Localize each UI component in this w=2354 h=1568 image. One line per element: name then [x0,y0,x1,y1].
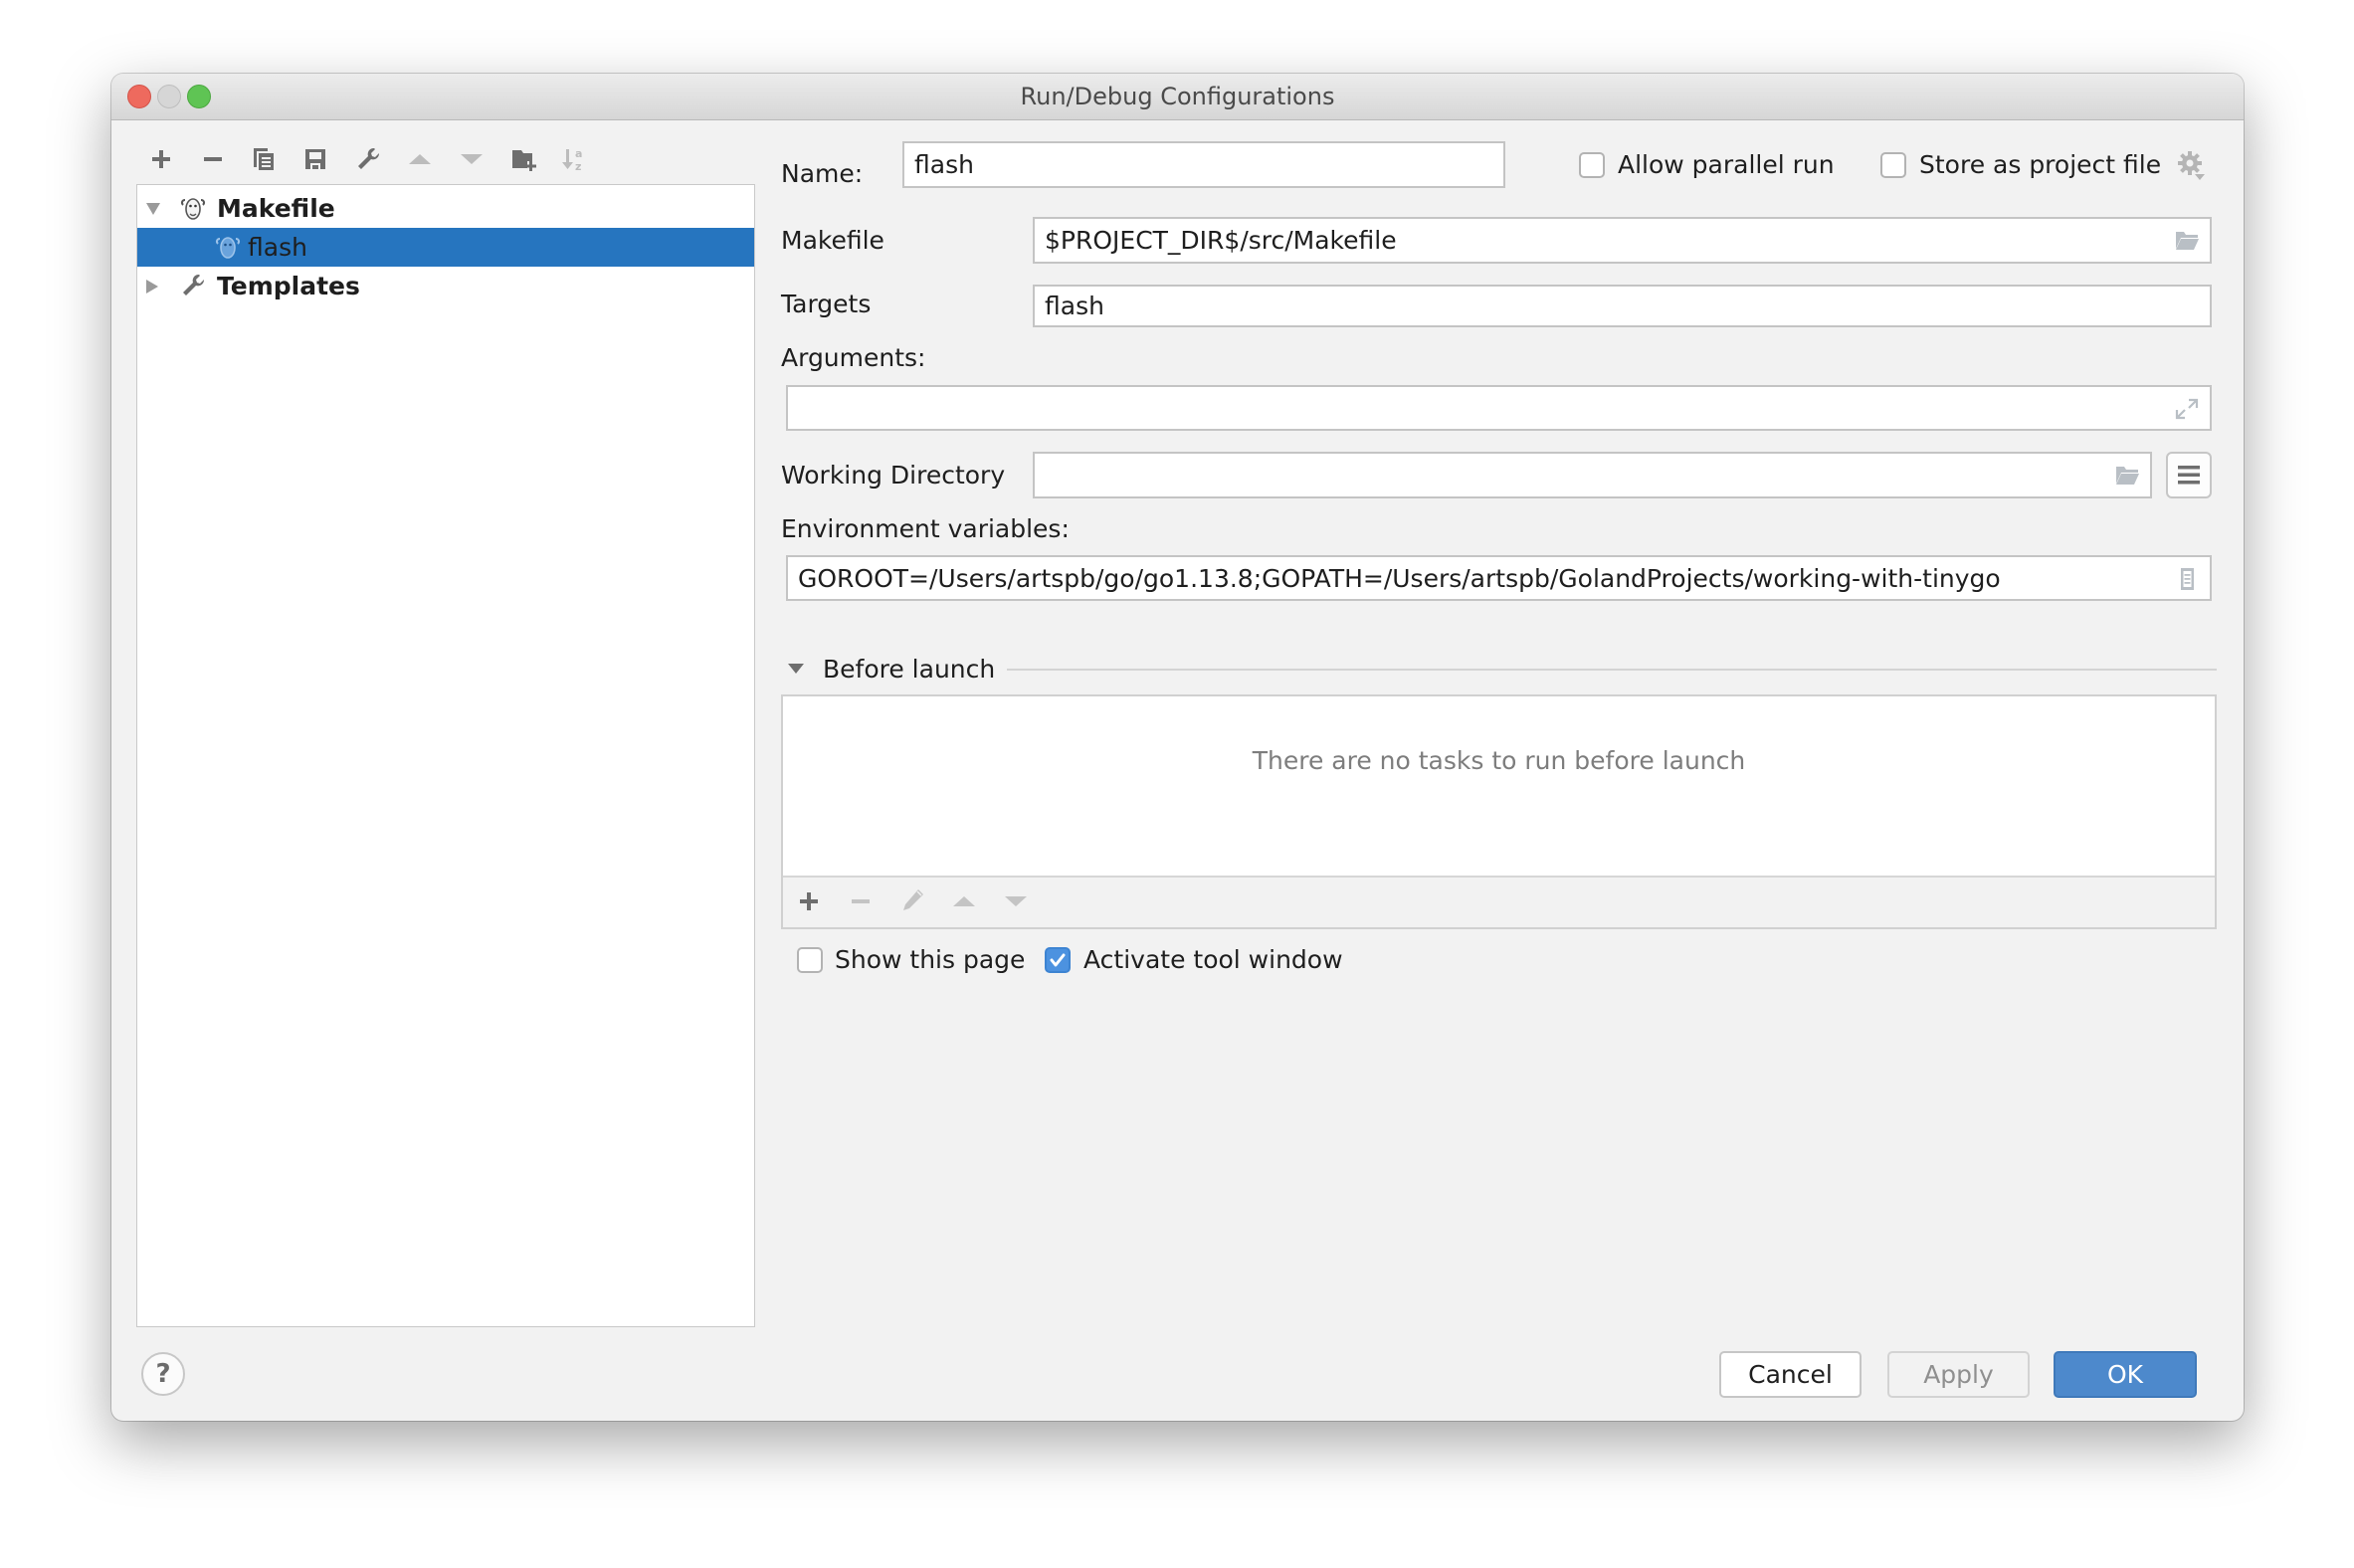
move-task-down-icon[interactable] [1003,888,1029,914]
browse-folder-icon[interactable] [2174,229,2200,253]
move-task-up-icon[interactable] [951,888,977,914]
move-up-icon [409,154,431,164]
tree-item-label: Makefile [217,194,335,223]
edit-environment-icon[interactable] [2174,567,2200,591]
wrench-icon [358,147,380,169]
sort-alpha-icon: az [562,147,582,173]
makefile-label: Makefile [781,226,884,255]
store-as-project-file-label: Store as project file [1919,150,2162,179]
configuration-tree[interactable]: Makefile flash Templates [136,184,755,1327]
minus-icon [204,157,222,161]
insert-macro-button[interactable] [2166,452,2212,498]
tree-item-label: flash [248,233,307,262]
browse-folder-icon[interactable] [2114,464,2140,488]
activate-tool-window-checkbox[interactable] [1045,947,1071,973]
tree-item-flash[interactable]: flash [137,228,754,267]
plus-icon [152,150,170,168]
add-configuration-button[interactable] [147,145,175,173]
expand-icon[interactable] [2174,397,2200,421]
svg-text:a: a [575,147,582,160]
collapse-before-launch-icon[interactable] [788,663,804,675]
edit-templates-button[interactable] [354,145,382,173]
before-launch-toolbar [783,876,2215,927]
window-title: Run/Debug Configurations [1020,83,1335,110]
save-icon [305,149,325,169]
name-label: Name: [781,159,864,188]
apply-button[interactable]: Apply [1887,1351,2030,1398]
copy-icon [254,148,274,170]
cancel-button[interactable]: Cancel [1719,1351,1862,1398]
gear-icon[interactable] [2177,150,2207,182]
expanded-arrow-icon[interactable] [145,202,161,216]
store-as-project-file-checkbox[interactable] [1880,152,1906,178]
tree-item-makefile[interactable]: Makefile [137,189,754,228]
menu-icon [2178,466,2200,485]
svg-text:z: z [575,160,581,173]
sort-alphabetically-button[interactable]: az [560,145,588,173]
targets-input[interactable]: flash [1033,285,2212,327]
checkmark-icon [1050,953,1066,967]
makefile-input[interactable]: $PROJECT_DIR$/src/Makefile [1033,217,2212,264]
arguments-label: Arguments: [781,343,926,372]
collapsed-arrow-icon[interactable] [145,279,159,294]
name-input[interactable]: flash [902,141,1505,188]
before-launch-task-list[interactable]: There are no tasks to run before launch [781,694,2217,929]
before-launch-title: Before launch [823,655,996,684]
wrench-icon [183,274,205,295]
environment-variables-label: Environment variables: [781,514,1070,543]
targets-label: Targets [781,290,872,318]
show-this-page-label: Show this page [835,945,1026,974]
move-down-icon [461,154,483,164]
add-task-icon[interactable] [796,888,822,914]
show-this-page-checkbox[interactable] [797,947,823,973]
environment-variables-value: GOROOT=/Users/artspb/go/go1.13.8;GOPATH=… [798,564,2001,593]
gnu-icon [180,198,206,220]
environment-variables-input[interactable]: GOROOT=/Users/artspb/go/go1.13.8;GOPATH=… [786,555,2212,601]
tree-item-label: Templates [217,272,360,300]
run-debug-dialog: Run/Debug Configurations az Makefile fla… [111,74,2244,1421]
remove-task-icon[interactable] [848,888,874,914]
allow-parallel-run-label: Allow parallel run [1618,150,1835,179]
ok-button[interactable]: OK [2054,1351,2197,1398]
title-bar[interactable]: Run/Debug Configurations [111,74,2244,120]
save-configuration-button[interactable] [301,145,329,173]
allow-parallel-run-checkbox[interactable] [1579,152,1605,178]
move-up-button[interactable] [406,145,434,173]
gnu-icon [215,237,241,259]
working-directory-label: Working Directory [781,461,1006,490]
copy-configuration-button[interactable] [250,145,278,173]
activate-tool-window-label: Activate tool window [1083,945,1343,974]
makefile-value: $PROJECT_DIR$/src/Makefile [1045,226,1397,255]
remove-configuration-button[interactable] [199,145,227,173]
new-folder-button[interactable] [509,145,537,173]
new-folder-icon [512,150,536,171]
edit-task-icon[interactable] [899,886,927,914]
tree-item-templates[interactable]: Templates [137,267,754,305]
arguments-input[interactable] [786,385,2212,431]
empty-tasks-text: There are no tasks to run before launch [1252,746,1746,775]
move-down-button[interactable] [458,145,486,173]
before-launch-separator [1007,669,2217,671]
working-directory-input[interactable] [1033,452,2152,498]
help-button[interactable]: ? [141,1352,185,1396]
